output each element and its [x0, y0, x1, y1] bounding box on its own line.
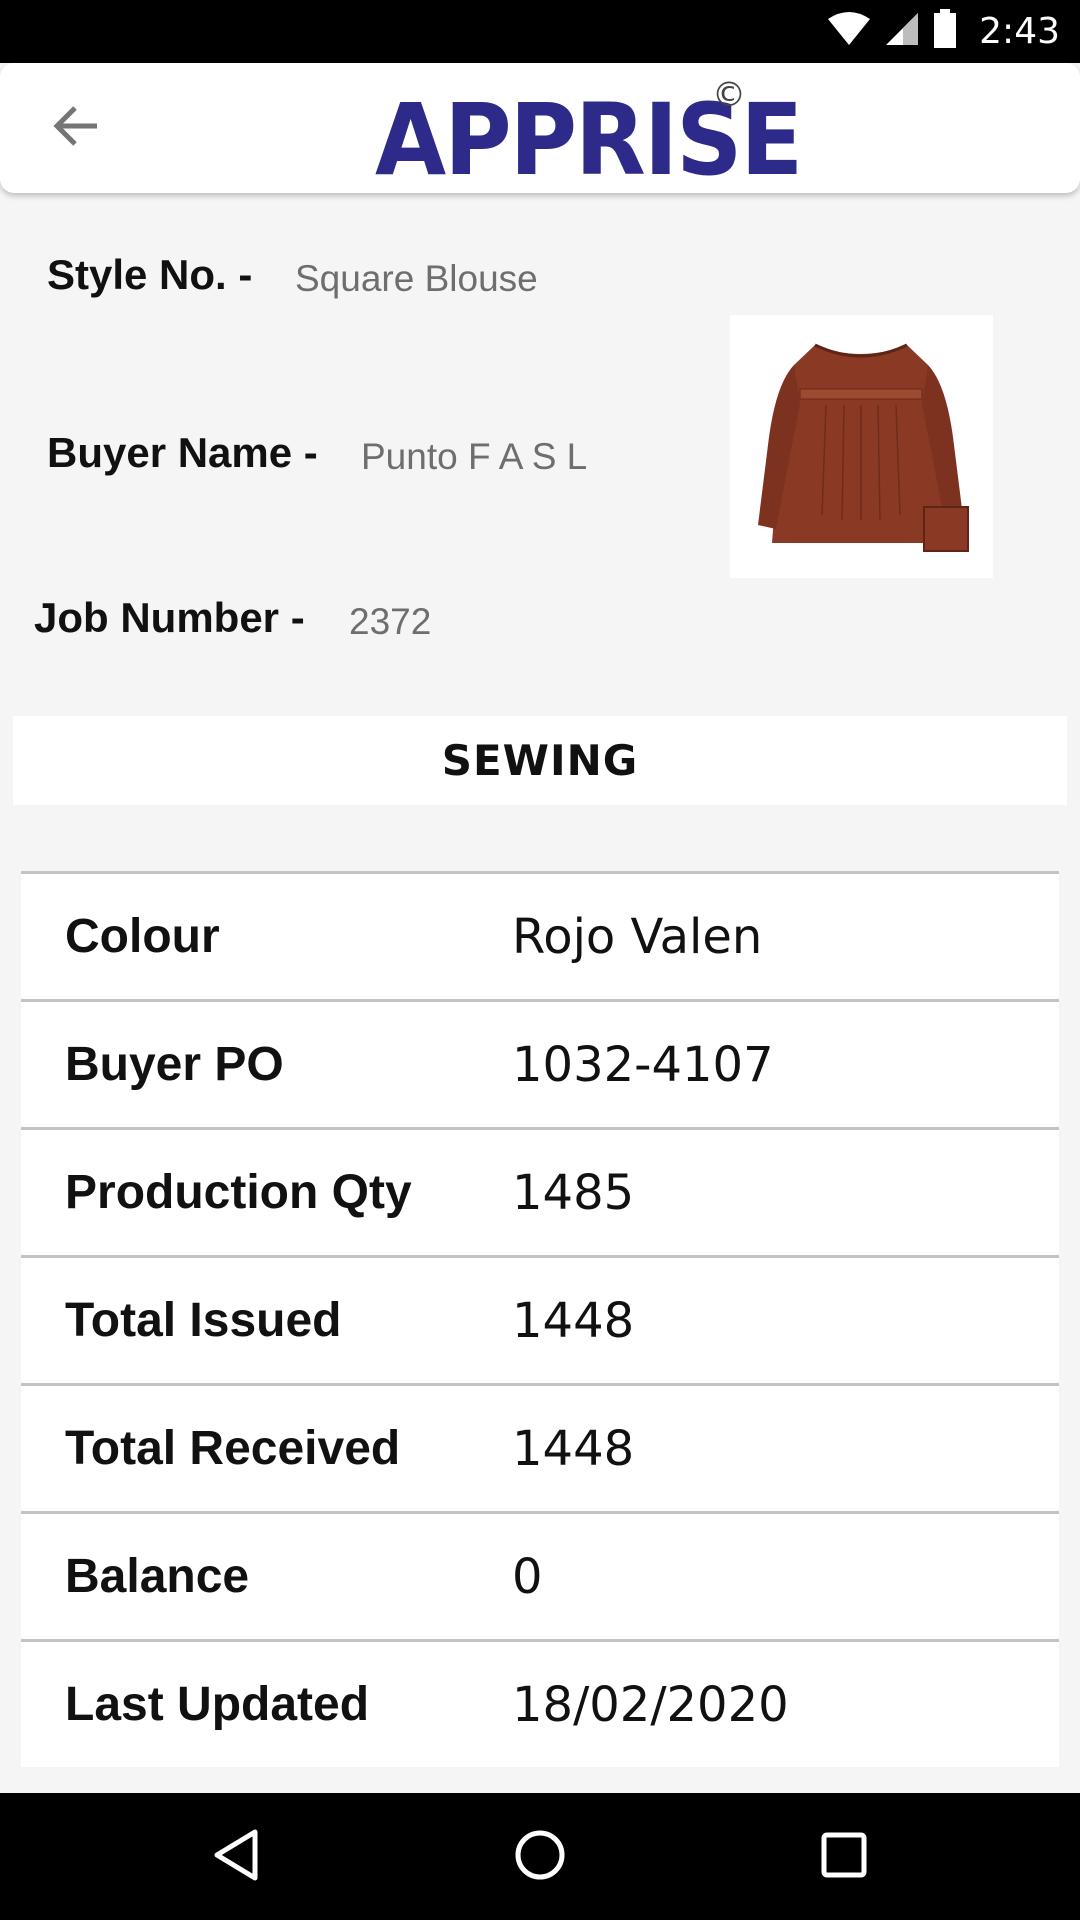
row-label-production-qty: Production Qty — [65, 1166, 412, 1219]
app-bar: APPRISE © — [0, 63, 1080, 193]
navigation-bar — [0, 1793, 1080, 1920]
row-value-balance: 0 — [512, 1548, 543, 1605]
back-button[interactable] — [40, 93, 110, 163]
job-number-label: Job Number - — [34, 594, 305, 641]
table-row: Last Updated 18/02/2020 — [21, 1642, 1059, 1770]
row-value-buyer-po: 1032-4107 — [512, 1036, 774, 1093]
table-row: Total Received 1448 — [21, 1386, 1059, 1514]
table-row: Buyer PO 1032-4107 — [21, 1002, 1059, 1130]
wifi-icon — [827, 11, 871, 52]
buyer-name-value: Punto F A S L — [361, 436, 588, 477]
row-label-total-issued: Total Issued — [65, 1294, 342, 1347]
job-number-value: 2372 — [349, 601, 432, 642]
detail-table: Colour Rojo Valen Buyer PO 1032-4107 Pro… — [21, 871, 1059, 1767]
style-no-value: Square Blouse — [295, 258, 538, 299]
battery-icon — [933, 9, 957, 54]
row-value-production-qty: 1485 — [512, 1164, 635, 1221]
row-label-total-received: Total Received — [65, 1422, 401, 1475]
section-title: SEWING — [13, 716, 1067, 805]
row-value-last-updated: 18/02/2020 — [512, 1676, 789, 1733]
status-bar: 2:43 — [0, 0, 1080, 63]
home-circle-icon — [513, 1828, 567, 1887]
table-row: Total Issued 1448 — [21, 1258, 1059, 1386]
status-time: 2:43 — [979, 11, 1060, 52]
status-icons: 2:43 — [827, 0, 1060, 63]
arrow-left-icon — [51, 104, 99, 153]
table-row: Colour Rojo Valen — [21, 874, 1059, 1002]
row-label-colour: Colour — [65, 910, 220, 963]
signal-icon — [885, 11, 919, 52]
row-label-last-updated: Last Updated — [65, 1678, 370, 1731]
table-row: Balance 0 — [21, 1514, 1059, 1642]
nav-home-button[interactable] — [504, 1821, 576, 1893]
row-label-buyer-po: Buyer PO — [65, 1038, 284, 1091]
back-triangle-icon — [211, 1828, 261, 1887]
nav-recents-button[interactable] — [808, 1821, 880, 1893]
row-value-total-issued: 1448 — [512, 1292, 635, 1349]
recents-square-icon — [820, 1831, 868, 1884]
copyright-mark: © — [712, 75, 746, 115]
row-value-colour: Rojo Valen — [512, 908, 763, 965]
row-label-balance: Balance — [65, 1550, 250, 1603]
buyer-name-label: Buyer Name - — [47, 429, 318, 476]
table-row: Production Qty 1485 — [21, 1130, 1059, 1258]
nav-back-button[interactable] — [200, 1821, 272, 1893]
row-value-total-received: 1448 — [512, 1420, 635, 1477]
blouse-photo — [758, 343, 969, 552]
product-image — [730, 315, 993, 578]
style-no-label: Style No. - — [47, 251, 253, 298]
